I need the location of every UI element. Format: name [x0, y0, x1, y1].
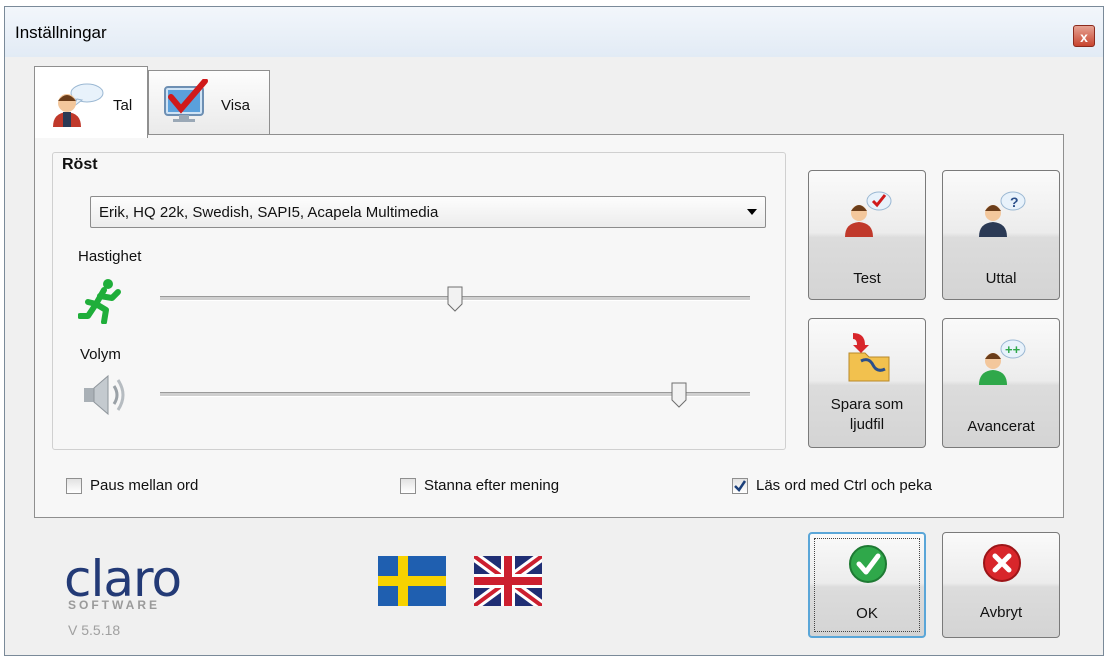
version-text: V 5.5.18 — [68, 622, 121, 638]
speaking-person-icon — [53, 83, 104, 127]
save-audio-label-line1: Spara som — [830, 396, 904, 413]
cancel-button-label: Avbryt — [979, 604, 1023, 621]
voice-select[interactable]: Erik, HQ 22k, Swedish, SAPI5, Acapela Mu… — [90, 196, 766, 228]
tab-tal[interactable]: Tal — [34, 66, 148, 138]
voice-select-value: Erik, HQ 22k, Swedish, SAPI5, Acapela Mu… — [99, 204, 439, 221]
title-bar: Inställningar x — [5, 7, 1103, 57]
tab-visa[interactable]: Visa — [148, 70, 270, 134]
cancel-x-icon — [983, 544, 1021, 582]
pause-between-words-checkbox[interactable] — [66, 478, 82, 494]
stop-after-sentence-checkbox[interactable] — [400, 478, 416, 494]
test-button-label: Test — [853, 270, 881, 287]
person-plus-icon: ++ — [979, 339, 1026, 385]
advanced-button[interactable]: ++ Avancerat — [942, 318, 1060, 448]
window-title: Inställningar — [15, 23, 107, 42]
save-audio-icon — [848, 333, 890, 382]
volume-slider-thumb[interactable] — [671, 382, 687, 408]
volume-label: Volym — [80, 346, 121, 363]
ok-button-label: OK — [856, 605, 878, 622]
pause-between-words-label: Paus mellan ord — [90, 477, 199, 494]
advanced-button-label: Avancerat — [967, 418, 1035, 435]
test-button[interactable]: Test — [808, 170, 926, 300]
voice-group-title: Röst — [62, 156, 98, 173]
save-audio-button[interactable]: Spara som ljudfil — [808, 318, 926, 448]
close-button[interactable]: x — [1073, 25, 1095, 47]
tab-visa-label: Visa — [221, 97, 250, 114]
person-question-icon: ? — [979, 191, 1026, 237]
svg-text:?: ? — [1010, 194, 1019, 210]
chevron-down-icon — [747, 209, 757, 215]
pronunciation-button[interactable]: ? Uttal — [942, 170, 1060, 300]
tab-tal-label: Tal — [113, 97, 133, 114]
monitor-check-icon — [164, 79, 208, 122]
cancel-button[interactable]: Avbryt — [942, 532, 1060, 638]
save-audio-label-line2: ljudfil — [849, 416, 885, 433]
pronunciation-button-label: Uttal — [985, 270, 1017, 287]
person-check-icon — [845, 191, 892, 237]
checkmark-icon — [849, 545, 887, 583]
checkmark-icon — [734, 480, 747, 492]
speed-slider-thumb[interactable] — [447, 286, 463, 312]
speed-label: Hastighet — [78, 248, 142, 265]
read-word-ctrl-checkbox[interactable] — [732, 478, 748, 494]
ok-button[interactable]: OK — [808, 532, 926, 638]
stop-after-sentence-label: Stanna efter mening — [424, 477, 560, 494]
volume-slider-track — [160, 392, 750, 397]
read-word-ctrl-label: Läs ord med Ctrl och peka — [756, 477, 932, 494]
swedish-flag-icon[interactable] — [378, 556, 446, 606]
svg-text:++: ++ — [1005, 342, 1021, 357]
uk-flag-icon[interactable] — [474, 556, 542, 606]
claro-logo-subtitle: SOFTWARE — [68, 598, 160, 612]
running-man-icon — [78, 279, 121, 324]
speaker-icon — [84, 374, 125, 416]
